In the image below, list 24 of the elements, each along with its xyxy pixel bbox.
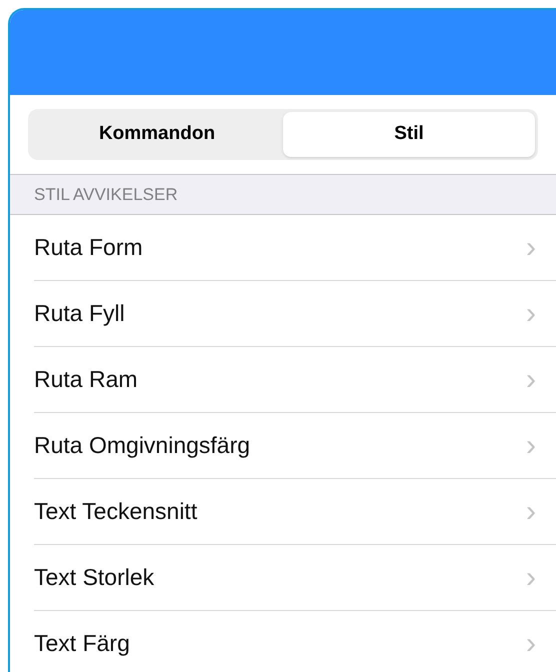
row-label: Ruta Form	[34, 233, 143, 262]
row-label: Ruta Omgivningsfärg	[34, 431, 250, 460]
chevron-icon: ›	[526, 562, 536, 592]
list-row[interactable]: Text Storlek ›	[34, 545, 556, 611]
chevron-icon: ›	[526, 496, 536, 526]
list-row[interactable]: Text Teckensnitt ›	[34, 479, 556, 545]
row-label: Text Teckensnitt	[34, 497, 198, 526]
chevron-icon: ›	[526, 430, 536, 460]
list-row[interactable]: Ruta Omgivningsfärg ›	[34, 413, 556, 479]
list-row[interactable]: Ruta Fyll ›	[34, 281, 556, 347]
row-label: Ruta Ram	[34, 365, 138, 394]
chevron-icon: ›	[526, 364, 536, 394]
chevron-icon: ›	[526, 628, 536, 658]
list-row[interactable]: Text Färg ›	[34, 611, 556, 672]
segment-tab[interactable]: Stil	[283, 112, 535, 157]
list-row[interactable]: Ruta Ram ›	[34, 347, 556, 413]
row-label: Text Storlek	[34, 563, 154, 592]
list-row[interactable]: Ruta Form ›	[34, 215, 556, 281]
row-label: Ruta Fyll	[34, 299, 125, 328]
chevron-icon: ›	[526, 298, 536, 328]
segment-tab[interactable]: Kommandon	[31, 112, 283, 157]
chevron-icon: ›	[526, 232, 536, 262]
row-label: Text Färg	[34, 629, 130, 658]
section-header: STIL AVVIKELSER	[10, 174, 556, 215]
